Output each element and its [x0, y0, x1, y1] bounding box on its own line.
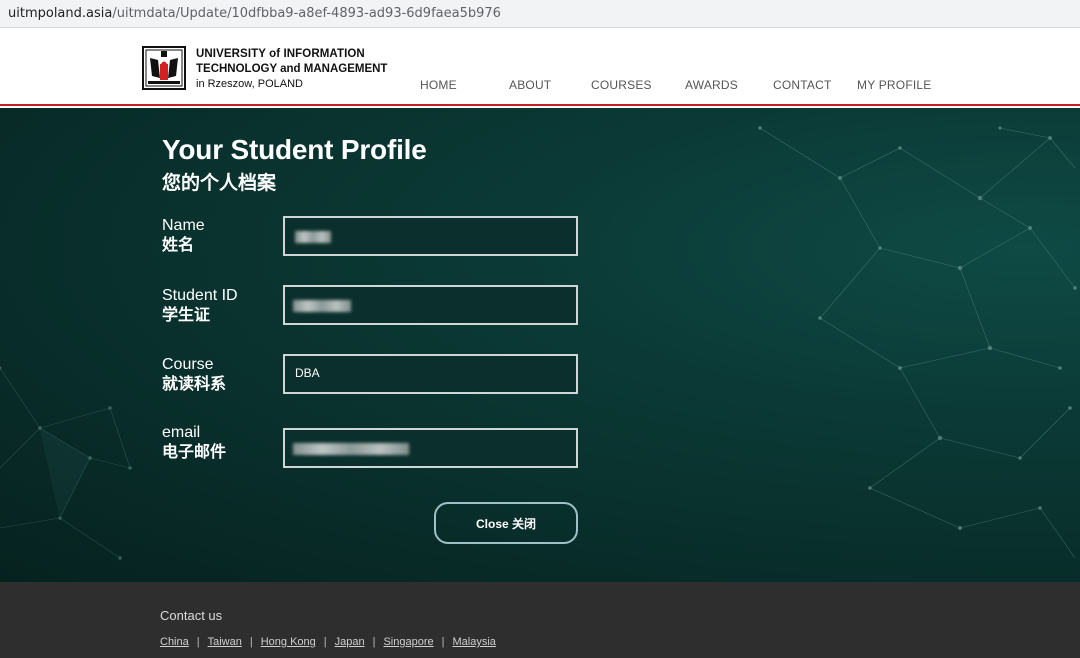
url-host: uitmpoland.asia: [8, 6, 113, 21]
student-id-label-zh: 学生证: [162, 307, 211, 324]
course-label: Course 就读科系: [162, 355, 226, 395]
close-button[interactable]: Close 关闭: [434, 502, 578, 544]
link-singapore[interactable]: Singapore: [383, 636, 433, 648]
address-bar[interactable]: uitmpoland.asia/uitmdata/Update/10dfbba9…: [0, 0, 1080, 28]
course-field[interactable]: DBA: [283, 354, 578, 394]
name-label-en: Name: [162, 217, 205, 234]
name-label: Name 姓名: [162, 216, 205, 256]
email-value-redacted: [293, 443, 409, 455]
nav-home[interactable]: HOME: [420, 78, 457, 92]
course-label-zh: 就读科系: [162, 376, 227, 393]
page-title: Your Student Profile: [162, 134, 427, 165]
separator: |: [323, 636, 327, 648]
link-malaysia[interactable]: Malaysia: [452, 636, 495, 648]
nav-awards[interactable]: AWARDS: [685, 78, 738, 92]
country-links: China | Taiwan | Hong Kong | Japan | Singapore | M…: [160, 636, 496, 648]
separator: |: [372, 636, 376, 648]
student-id-label: Student ID 学生证: [162, 286, 238, 326]
logo-line-1: UNIVERSITY of INFORMATION: [196, 48, 365, 60]
separator: |: [249, 636, 253, 648]
course-value: DBA: [295, 366, 320, 380]
main-nav: HOME ABOUT COURSES AWARDS CONTACT MY PRO…: [0, 78, 1080, 98]
logo-line-2: TECHNOLOGY and MANAGEMENT: [196, 63, 388, 75]
link-japan[interactable]: Japan: [335, 636, 365, 648]
student-id-value-redacted: [293, 300, 351, 312]
site-header: UNIVERSITY of INFORMATION TECHNOLOGY and…: [0, 28, 1080, 106]
student-id-field[interactable]: [283, 285, 578, 325]
name-label-zh: 姓名: [162, 237, 195, 254]
student-id-label-en: Student ID: [162, 287, 238, 304]
page-subtitle: 您的个人档案: [162, 173, 277, 194]
url-text[interactable]: uitmpoland.asia/uitmdata/Update/10dfbba9…: [8, 6, 501, 21]
link-china[interactable]: China: [160, 636, 189, 648]
course-label-en: Course: [162, 356, 214, 373]
email-label-en: email: [162, 424, 201, 441]
link-taiwan[interactable]: Taiwan: [208, 636, 242, 648]
url-path: /uitmdata/Update/10dfbba9-a8ef-4893-ad93…: [112, 6, 501, 21]
contact-heading: Contact us: [160, 608, 223, 623]
site-footer: Contact us China | Taiwan | Hong Kong | Japan |…: [0, 582, 1080, 658]
name-field[interactable]: [283, 216, 578, 256]
nav-about[interactable]: ABOUT: [509, 78, 551, 92]
nav-contact[interactable]: CONTACT: [773, 78, 832, 92]
nav-my-profile[interactable]: MY PROFILE: [857, 78, 931, 92]
separator: |: [196, 636, 200, 648]
nav-courses[interactable]: COURSES: [591, 78, 652, 92]
link-hong-kong[interactable]: Hong Kong: [261, 636, 316, 648]
profile-section: Your Student Profile 您的个人档案 Name 姓名 Stud…: [0, 108, 1080, 582]
name-value-redacted: [295, 231, 331, 243]
separator: |: [441, 636, 445, 648]
email-label: email 电子邮件: [162, 423, 226, 463]
email-label-zh: 电子邮件: [162, 444, 227, 461]
email-field[interactable]: [283, 428, 578, 468]
